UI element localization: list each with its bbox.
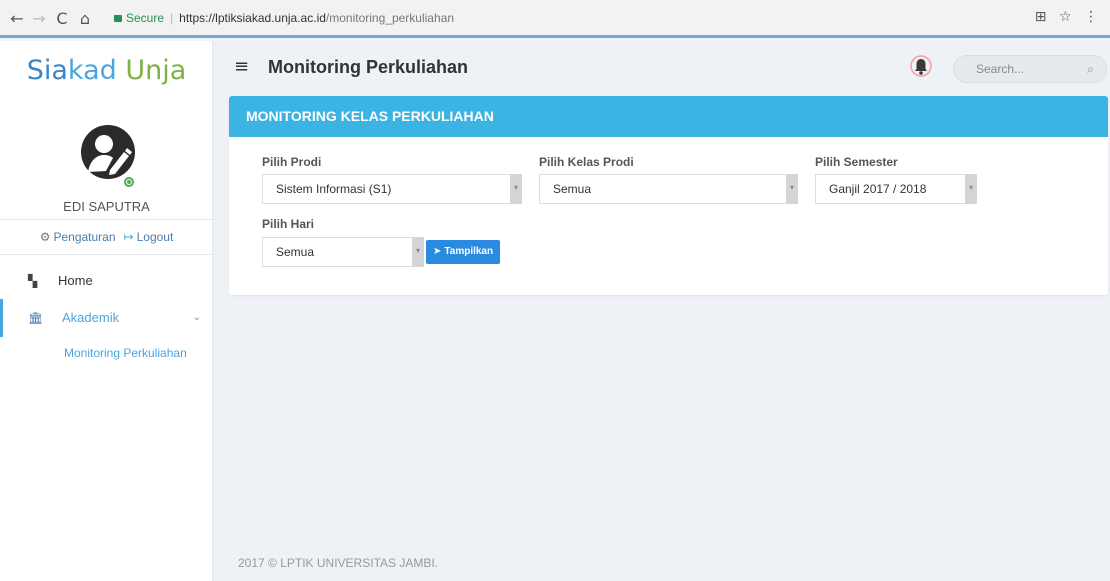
semester-select[interactable]: Ganjil 2017 / 2018 ▾	[815, 174, 977, 204]
institution-icon: 🏛	[28, 311, 44, 325]
chevron-down-icon: ▾	[786, 174, 798, 204]
star-icon[interactable]: ☆	[1059, 9, 1072, 25]
kebab-menu-icon[interactable]: ⋮	[1084, 9, 1098, 25]
back-arrow-icon[interactable]: ←	[8, 9, 26, 28]
url-path: /monitoring_perkuliahan	[325, 11, 454, 25]
lock-icon	[114, 15, 122, 22]
tampilkan-button[interactable]: ➤ Tampilkan	[426, 240, 501, 264]
grid-icon: ▚	[28, 274, 38, 288]
panel-title: MONITORING KELAS PERKULIAHAN	[246, 108, 494, 124]
search-input[interactable]	[976, 62, 1076, 76]
logout-icon[interactable]: ↦	[124, 230, 134, 244]
prodi-value: Sistem Informasi (S1)	[276, 182, 392, 196]
user-name: EDI SAPUTRA	[63, 199, 150, 214]
url-host: https://lptiksiakad.unja.ac.id	[179, 11, 326, 25]
avatar	[81, 125, 135, 179]
address-bar[interactable]: Secure | https://lptiksiakad.unja.ac.id/mo…	[100, 6, 1090, 30]
panel-header: MONITORING KELAS PERKULIAHAN	[229, 96, 1108, 137]
settings-link[interactable]: Pengaturan	[53, 230, 115, 244]
search-box: ⌕	[953, 55, 1107, 83]
semester-label: Pilih Semester	[815, 155, 898, 169]
prodi-select[interactable]: Sistem Informasi (S1) ▾	[262, 174, 522, 204]
chevron-down-icon: ▾	[965, 174, 977, 204]
paper-plane-icon: ➤	[433, 246, 442, 257]
sidebar-item-label: Akademik	[62, 310, 120, 325]
hari-label: Pilih Hari	[262, 217, 315, 231]
secure-label: Secure	[126, 11, 165, 25]
chevron-down-icon: ▾	[412, 237, 424, 267]
brand-part-1: Sia	[26, 55, 68, 86]
sidebar-item-home[interactable]: ▚ Home	[0, 262, 213, 300]
user-actions: ⚙ Pengaturan ↦ Logout	[0, 219, 213, 255]
online-status-icon	[124, 177, 134, 187]
browser-toolbar: ← → C ⌂ Secure | https://lptiksiakad.unja.…	[0, 0, 1110, 38]
hari-value: Semua	[276, 245, 315, 259]
reload-icon[interactable]: C	[53, 9, 71, 28]
chevron-down-icon: ⌄	[192, 312, 201, 323]
chevron-down-icon: ▾	[510, 174, 522, 204]
brand-part-3: Unja	[125, 55, 187, 86]
prodi-label: Pilih Prodi	[262, 155, 322, 169]
logout-link[interactable]: Logout	[137, 230, 174, 244]
forward-arrow-icon[interactable]: →	[30, 9, 48, 28]
kelas-select[interactable]: Semua ▾	[539, 174, 798, 204]
sidebar: Siakad Unja EDI SAPUTRA ⚙ Pengaturan ↦ Logo…	[0, 41, 213, 581]
kelas-label: Pilih Kelas Prodi	[539, 155, 634, 169]
sidebar-item-label: Home	[58, 273, 93, 288]
home-icon[interactable]: ⌂	[76, 9, 94, 28]
translate-icon[interactable]: ⊞	[1035, 9, 1047, 25]
brand-logo[interactable]: Siakad Unja	[0, 55, 213, 86]
tampilkan-label: Tampilkan	[444, 246, 494, 257]
semester-value: Ganjil 2017 / 2018	[829, 182, 927, 196]
hari-select[interactable]: Semua ▾	[262, 237, 424, 267]
search-icon[interactable]: ⌕	[1087, 62, 1094, 77]
page-title: Monitoring Perkuliahan	[268, 57, 469, 77]
sidebar-item-akademik[interactable]: 🏛 Akademik ⌄	[0, 299, 213, 337]
bell-icon[interactable]	[910, 54, 932, 80]
browser-actions: ⊞ ☆ ⋮	[1027, 9, 1098, 25]
divider: |	[170, 11, 174, 25]
hamburger-menu-icon[interactable]: ≡	[234, 56, 249, 77]
submenu-item-monitoring[interactable]: Monitoring Perkuliahan	[64, 346, 187, 360]
brand-part-2: kad	[67, 55, 126, 86]
kelas-value: Semua	[553, 182, 592, 196]
gear-icon[interactable]: ⚙	[40, 230, 51, 244]
footer-copyright: 2017 © LPTIK UNIVERSITAS JAMBI.	[238, 556, 439, 570]
